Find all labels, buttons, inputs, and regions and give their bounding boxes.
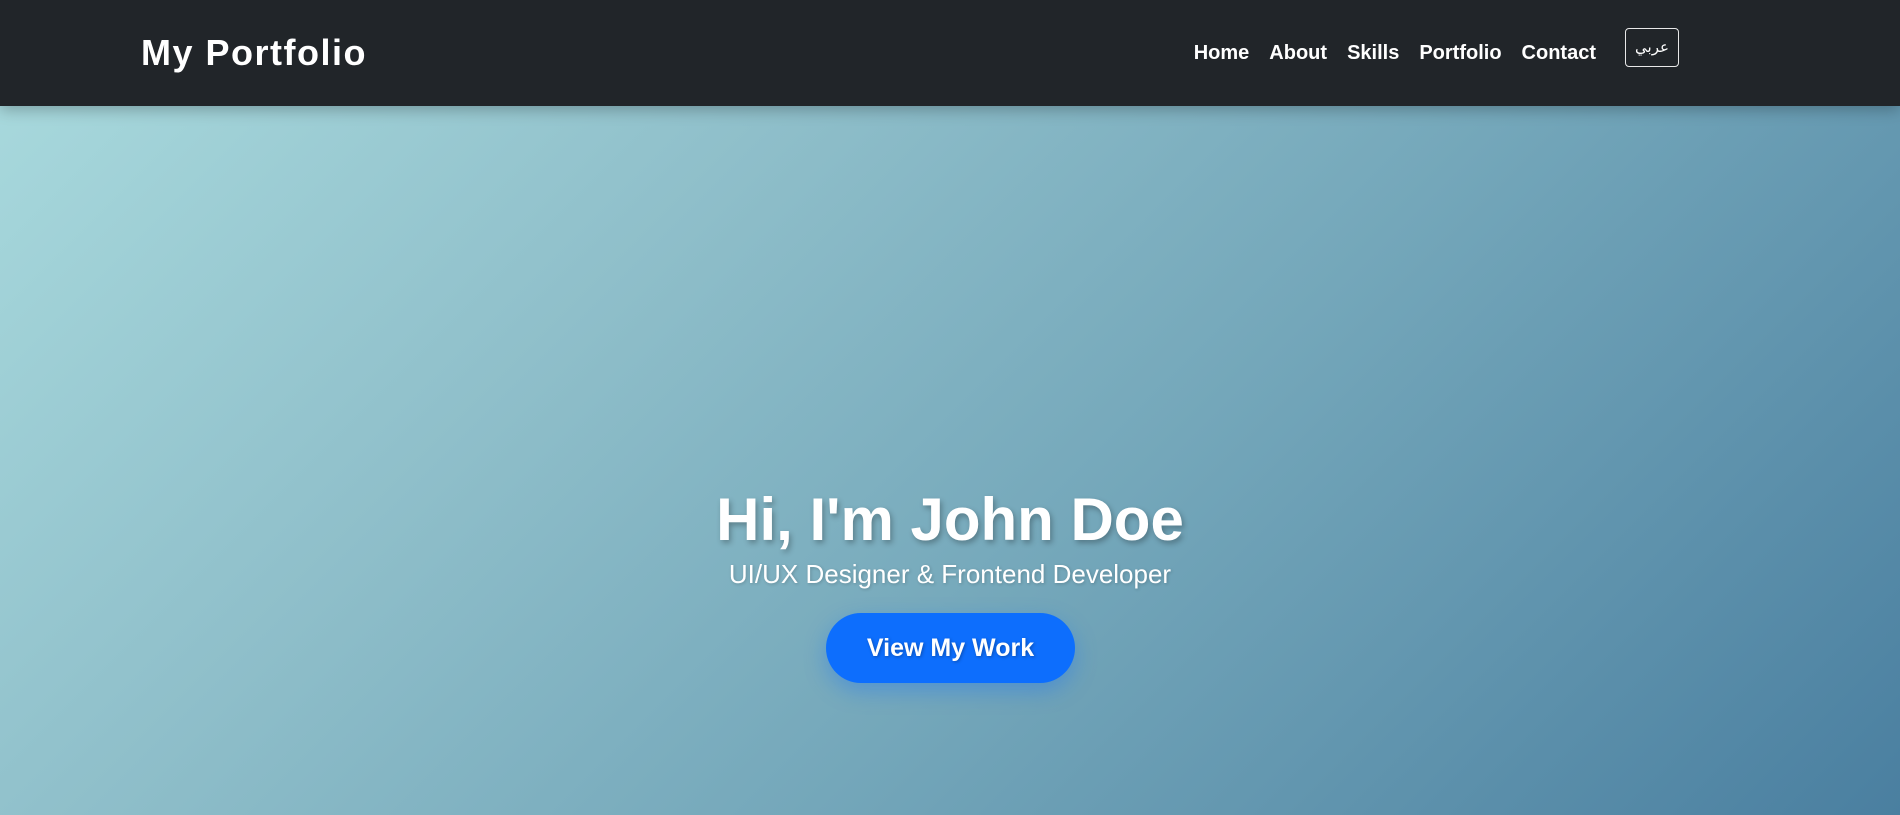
- nav-menu: Home About Skills Portfolio Contact عربي: [1194, 27, 1679, 79]
- view-my-work-button[interactable]: View My Work: [826, 613, 1075, 683]
- brand-logo[interactable]: My Portfolio: [141, 28, 367, 78]
- language-toggle-button[interactable]: عربي: [1625, 27, 1679, 67]
- hero-title: Hi, I'm John Doe: [716, 486, 1184, 554]
- hero-subtitle: UI/UX Designer & Frontend Developer: [728, 559, 1172, 589]
- navbar: My Portfolio Home About Skills Portfolio…: [0, 0, 1900, 106]
- hero-section: Hi, I'm John Doe UI/UX Designer & Fronte…: [0, 106, 1900, 815]
- nav-link-about[interactable]: About: [1269, 42, 1327, 65]
- nav-link-skills[interactable]: Skills: [1347, 42, 1399, 65]
- nav-link-home[interactable]: Home: [1194, 42, 1250, 65]
- nav-link-contact[interactable]: Contact: [1522, 42, 1596, 65]
- nav-link-portfolio[interactable]: Portfolio: [1419, 42, 1501, 65]
